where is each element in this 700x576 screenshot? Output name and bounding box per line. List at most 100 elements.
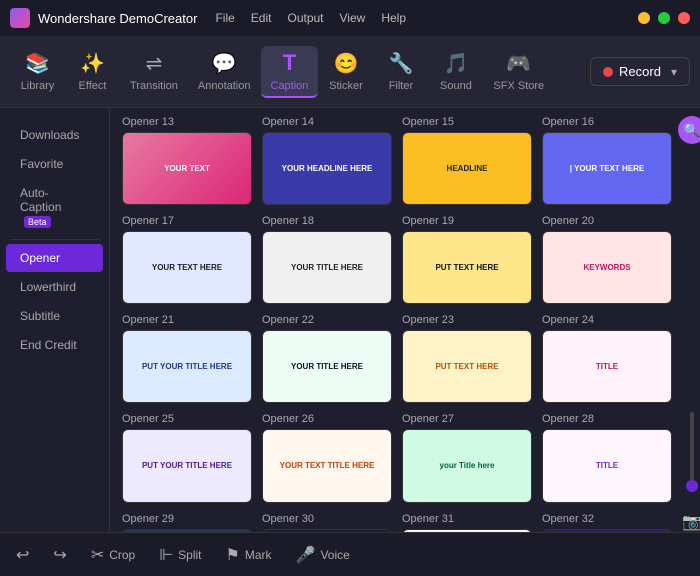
sidebar-item-favorite[interactable]: Favorite bbox=[6, 150, 103, 178]
toolbar-effect[interactable]: ✨ Effect bbox=[65, 47, 120, 96]
search-button[interactable]: 🔍 bbox=[678, 116, 700, 144]
record-dot bbox=[603, 67, 613, 77]
grid-item-thumb: PUT TEXT HERE bbox=[402, 330, 532, 403]
toolbar-sfxstore[interactable]: 🎮 SFX Store bbox=[483, 47, 554, 96]
toolbar-transition[interactable]: ⇌ Transition bbox=[120, 47, 188, 96]
sidebar-item-subtitle[interactable]: Subtitle bbox=[6, 302, 103, 330]
grid-item-opener-28[interactable]: Opener 28 TITLE bbox=[542, 413, 672, 502]
menu-bar: File Edit Output View Help bbox=[215, 11, 406, 25]
sound-icon: 🎵 bbox=[443, 51, 468, 76]
voice-button[interactable]: 🎤 Voice bbox=[296, 545, 350, 565]
grid-item-thumb: TITLE bbox=[542, 429, 672, 502]
sfxstore-icon: 🎮 bbox=[506, 51, 531, 76]
grid-item-opener-21[interactable]: Opener 21 PUT YOUR TITLE HERE bbox=[122, 314, 252, 403]
sticker-icon: 😊 bbox=[333, 51, 358, 76]
grid-item-label: Opener 21 bbox=[122, 314, 252, 326]
minimize-button[interactable] bbox=[638, 12, 650, 24]
grid-item-opener-23[interactable]: Opener 23 PUT TEXT HERE bbox=[402, 314, 532, 403]
record-button[interactable]: Record ▾ bbox=[590, 57, 690, 86]
grid-item-opener-18[interactable]: Opener 18 YOUR TITLE HERE bbox=[262, 215, 392, 304]
toolbar-sound[interactable]: 🎵 Sound bbox=[428, 47, 483, 96]
content-area: Opener 13 YOUR TEXT Opener 14 YOUR HEADL… bbox=[110, 108, 684, 532]
crop-icon: ✂ bbox=[91, 545, 104, 565]
split-button[interactable]: ⊩ Split bbox=[159, 545, 201, 565]
grid-item-opener-29[interactable]: Opener 29 vlog #10 Channel N bbox=[122, 513, 252, 533]
sidebar-item-endcredit[interactable]: End Credit bbox=[6, 331, 103, 359]
voice-icon: 🎤 bbox=[296, 545, 316, 565]
grid-item-thumb: VLOG #10 bbox=[542, 529, 672, 533]
menu-file[interactable]: File bbox=[215, 11, 234, 25]
grid-item-opener-30[interactable]: Opener 30 TOP 5 YOUR TITLE HERE bbox=[262, 513, 392, 533]
grid-item-opener-16[interactable]: Opener 16 | YOUR TEXT HERE bbox=[542, 116, 672, 205]
grid-item-thumb: PUT YOUR TITLE HERE bbox=[122, 429, 252, 502]
grid-item-opener-19[interactable]: Opener 19 PUT TEXT HERE bbox=[402, 215, 532, 304]
grid-item-thumb: TOP 5 YOUR TITLE HERE bbox=[262, 529, 392, 533]
grid-item-opener-27[interactable]: Opener 27 your Title here bbox=[402, 413, 532, 502]
grid-item-label: Opener 22 bbox=[262, 314, 392, 326]
menu-help[interactable]: Help bbox=[381, 11, 406, 25]
sidebar: Downloads Favorite Auto-Caption Beta Ope… bbox=[0, 108, 110, 532]
zoom-slider[interactable] bbox=[690, 412, 694, 492]
mark-button[interactable]: ⚑ Mark bbox=[226, 545, 272, 565]
grid-item-label: Opener 24 bbox=[542, 314, 672, 326]
crop-button[interactable]: ✂ Crop bbox=[91, 545, 135, 565]
library-icon: 📚 bbox=[25, 51, 50, 76]
window-controls bbox=[638, 12, 690, 24]
sidebar-item-lowerthird[interactable]: Lowerthird bbox=[6, 273, 103, 301]
grid-item-label: Opener 17 bbox=[122, 215, 252, 227]
sidebar-item-downloads[interactable]: Downloads bbox=[6, 121, 103, 149]
grid-item-label: Opener 31 bbox=[402, 513, 532, 525]
grid-item-label: Opener 19 bbox=[402, 215, 532, 227]
grid-item-opener-32[interactable]: Opener 32 VLOG #10 bbox=[542, 513, 672, 533]
grid-item-thumb: YOUR TITLE HERE bbox=[262, 231, 392, 304]
menu-edit[interactable]: Edit bbox=[251, 11, 272, 25]
grid-item-label: Opener 28 bbox=[542, 413, 672, 425]
right-panel: 🔍 📷 bbox=[684, 108, 700, 532]
grid-item-opener-24[interactable]: Opener 24 TITLE bbox=[542, 314, 672, 403]
camera-icon[interactable]: 📷 bbox=[682, 512, 700, 532]
beta-badge: Beta bbox=[24, 216, 51, 228]
grid-item-label: Opener 27 bbox=[402, 413, 532, 425]
effect-icon: ✨ bbox=[80, 51, 105, 76]
grid-item-thumb: TITLE bbox=[542, 330, 672, 403]
grid-item-label: Opener 29 bbox=[122, 513, 252, 525]
transition-icon: ⇌ bbox=[146, 51, 163, 76]
sidebar-item-autocaption[interactable]: Auto-Caption Beta bbox=[6, 179, 103, 235]
grid-item-opener-17[interactable]: Opener 17 YOUR TEXT HERE bbox=[122, 215, 252, 304]
undo-button[interactable]: ↩ bbox=[16, 545, 29, 565]
record-label: Record bbox=[619, 64, 661, 79]
grid-item-opener-14[interactable]: Opener 14 YOUR HEADLINE HERE bbox=[262, 116, 392, 205]
redo-button[interactable]: ↪ bbox=[53, 545, 66, 565]
grid-item-opener-31[interactable]: Opener 31 VLOG #10 bbox=[402, 513, 532, 533]
toolbar-annotation[interactable]: 💬 Annotation bbox=[188, 47, 261, 96]
grid-item-opener-25[interactable]: Opener 25 PUT YOUR TITLE HERE bbox=[122, 413, 252, 502]
toolbar-library[interactable]: 📚 Library bbox=[10, 47, 65, 96]
grid-item-opener-15[interactable]: Opener 15 HEADLINE bbox=[402, 116, 532, 205]
grid-item-opener-26[interactable]: Opener 26 YOUR TEXT TITLE HERE bbox=[262, 413, 392, 502]
menu-output[interactable]: Output bbox=[287, 11, 323, 25]
record-dropdown-icon[interactable]: ▾ bbox=[671, 65, 677, 79]
menu-view[interactable]: View bbox=[340, 11, 366, 25]
zoom-slider-thumb[interactable] bbox=[686, 480, 698, 492]
maximize-button[interactable] bbox=[658, 12, 670, 24]
toolbar-caption[interactable]: T Caption bbox=[261, 46, 319, 98]
grid-item-thumb: your Title here bbox=[402, 429, 532, 502]
titlebar: Wondershare DemoCreator File Edit Output… bbox=[0, 0, 700, 36]
grid-item-opener-22[interactable]: Opener 22 YOUR TITLE HERE bbox=[262, 314, 392, 403]
toolbar-filter[interactable]: 🔧 Filter bbox=[373, 47, 428, 96]
grid-item-label: Opener 30 bbox=[262, 513, 392, 525]
grid-item-label: Opener 13 bbox=[122, 116, 252, 128]
grid-item-label: Opener 18 bbox=[262, 215, 392, 227]
grid-item-thumb: HEADLINE bbox=[402, 132, 532, 205]
sidebar-item-opener[interactable]: Opener bbox=[6, 244, 103, 272]
grid-item-opener-20[interactable]: Opener 20 KEYWORDS bbox=[542, 215, 672, 304]
grid-item-thumb: PUT TEXT HERE bbox=[402, 231, 532, 304]
close-button[interactable] bbox=[678, 12, 690, 24]
toolbar: 📚 Library ✨ Effect ⇌ Transition 💬 Annota… bbox=[0, 36, 700, 108]
sidebar-divider bbox=[10, 239, 99, 240]
opener-grid: Opener 13 YOUR TEXT Opener 14 YOUR HEADL… bbox=[122, 116, 672, 532]
grid-item-thumb: YOUR HEADLINE HERE bbox=[262, 132, 392, 205]
grid-item-opener-13[interactable]: Opener 13 YOUR TEXT bbox=[122, 116, 252, 205]
grid-item-thumb: YOUR TEXT bbox=[122, 132, 252, 205]
toolbar-sticker[interactable]: 😊 Sticker bbox=[318, 47, 373, 96]
